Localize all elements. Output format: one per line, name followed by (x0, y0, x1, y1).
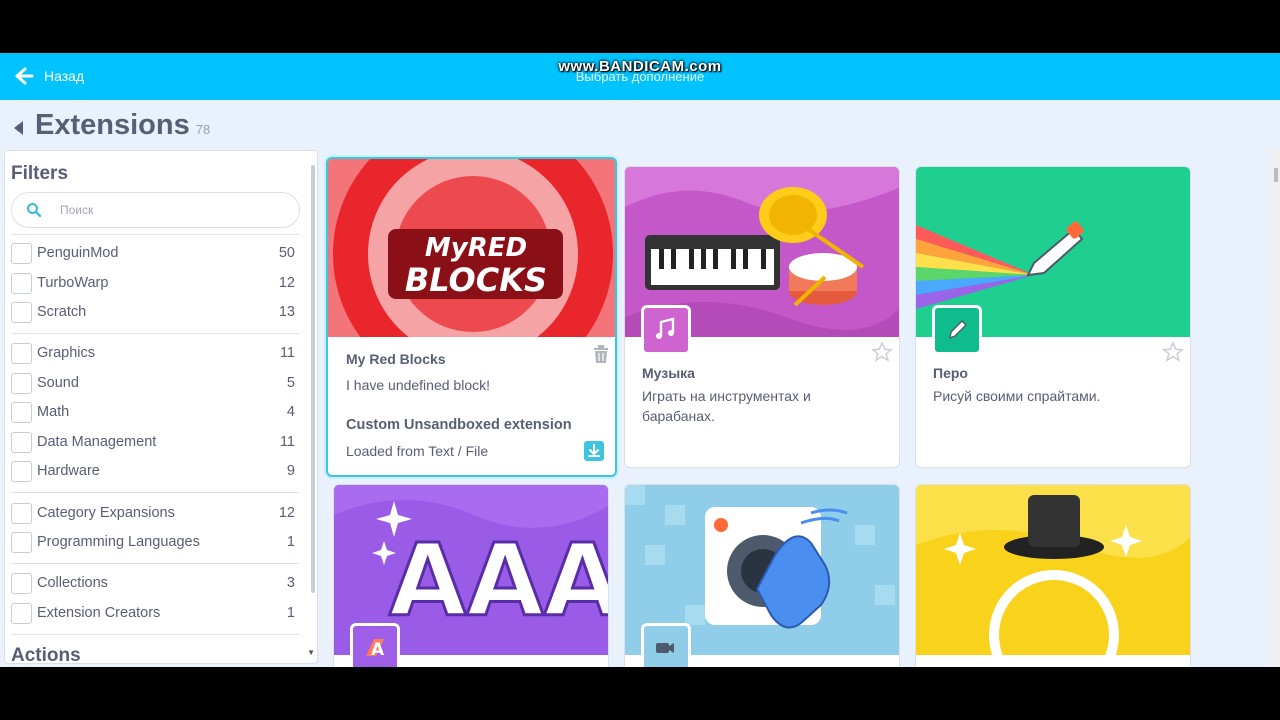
svg-text:A: A (371, 640, 385, 660)
search-input[interactable] (60, 203, 280, 217)
filter-penguinmod[interactable]: PenguinMod 50 (11, 241, 295, 265)
filter-hardware[interactable]: Hardware 9 (11, 459, 295, 483)
checkbox[interactable] (11, 431, 32, 453)
divider (11, 634, 299, 635)
app-frame: Назад Выбрать дополнение www.BANDICAM.co… (0, 53, 1280, 667)
red-blocks-art: MyRED BLOCKS (333, 159, 613, 337)
divider (11, 234, 299, 235)
filter-turbowarp[interactable]: TurboWarp 12 (11, 271, 295, 295)
search-box[interactable] (11, 192, 300, 228)
checkbox[interactable] (11, 242, 32, 264)
extension-card-costume[interactable] (915, 484, 1191, 667)
checkbox[interactable] (11, 401, 32, 423)
checkbox[interactable] (11, 531, 32, 553)
extension-name: My Red Blocks (346, 351, 446, 367)
checkbox[interactable] (11, 272, 32, 294)
filter-category-expansions[interactable]: Category Expansions 12 (11, 501, 295, 525)
filters-title: Filters (11, 163, 69, 184)
actions-title: Actions (11, 645, 81, 664)
filter-data-management[interactable]: Data Management 11 (11, 430, 295, 454)
extension-type: Custom Unsandboxed extension (346, 417, 572, 433)
art-text-line2: BLOCKS (405, 261, 547, 299)
art-text-line1: MyRED (425, 233, 527, 263)
extension-description: I have undefined block! (346, 377, 490, 393)
filters-sidebar: Filters PenguinMod50 TurboWarp12 Scratch… (4, 150, 318, 664)
checkbox[interactable] (11, 502, 32, 524)
extension-description: Рисуй своими спрайтами. (933, 388, 1101, 404)
divider (11, 492, 299, 493)
page-scrollbar[interactable] (1272, 150, 1280, 667)
trash-icon[interactable] (592, 344, 610, 364)
extension-art: MyRED BLOCKS (328, 159, 615, 337)
checkbox[interactable] (11, 572, 32, 594)
extension-source: Loaded from Text / File (346, 443, 489, 459)
costume-art (916, 485, 1190, 655)
page-scrollbar-thumb[interactable] (1274, 168, 1278, 182)
extension-card-music[interactable]: Музыка Играть на инструментах и барабана… (624, 166, 900, 468)
search-icon (27, 203, 42, 218)
favorite-star-icon[interactable] (871, 341, 893, 363)
collapse-caret-icon[interactable] (14, 120, 23, 135)
extensions-heading: Extensions 78 (14, 109, 210, 142)
checkbox[interactable] (11, 301, 32, 323)
extension-art (916, 485, 1190, 655)
extension-name: Перо (933, 365, 968, 381)
recording-watermark: www.BANDICAM.com (558, 58, 722, 75)
divider (11, 563, 299, 564)
extension-description: Играть на инструментах и барабанах. (642, 388, 811, 424)
filter-sound[interactable]: Sound 5 (11, 371, 295, 395)
extension-count: 78 (195, 122, 211, 137)
extension-card-text[interactable]: AAAAA A (333, 484, 609, 667)
favorite-star-icon[interactable] (1162, 341, 1184, 363)
scroll-down-icon[interactable]: ▼ (307, 648, 315, 657)
filter-graphics[interactable]: Graphics 11 (11, 341, 295, 365)
top-bar: Назад Выбрать дополнение www.BANDICAM.co… (0, 53, 1280, 100)
extension-card-my-red-blocks[interactable]: MyRED BLOCKS My Red Blocks I have undefi… (326, 157, 617, 477)
extension-card-video[interactable] (624, 484, 900, 667)
text-badge-icon: A (350, 623, 400, 667)
extension-card-pen[interactable]: Перо Рисуй своими спрайтами. (915, 166, 1191, 468)
filter-collections[interactable]: Collections 3 (11, 571, 295, 595)
download-icon[interactable] (584, 441, 604, 461)
checkbox[interactable] (11, 602, 32, 624)
filter-math[interactable]: Math 4 (11, 400, 295, 424)
art-letters: AAAAA (389, 522, 608, 639)
filter-extension-creators[interactable]: Extension Creators 1 (11, 601, 295, 625)
video-badge-icon (641, 623, 691, 667)
divider (11, 333, 299, 334)
pen-badge-icon (932, 305, 982, 355)
extension-name: Музыка (642, 365, 695, 381)
checkbox[interactable] (11, 460, 32, 482)
filter-programming-languages[interactable]: Programming Languages 1 (11, 530, 295, 554)
music-badge-icon (641, 305, 691, 355)
checkbox[interactable] (11, 342, 32, 364)
sidebar-scrollbar[interactable] (311, 165, 315, 593)
page-title: Extensions (35, 109, 190, 141)
checkbox[interactable] (11, 372, 32, 394)
filter-scratch[interactable]: Scratch 13 (11, 300, 295, 324)
